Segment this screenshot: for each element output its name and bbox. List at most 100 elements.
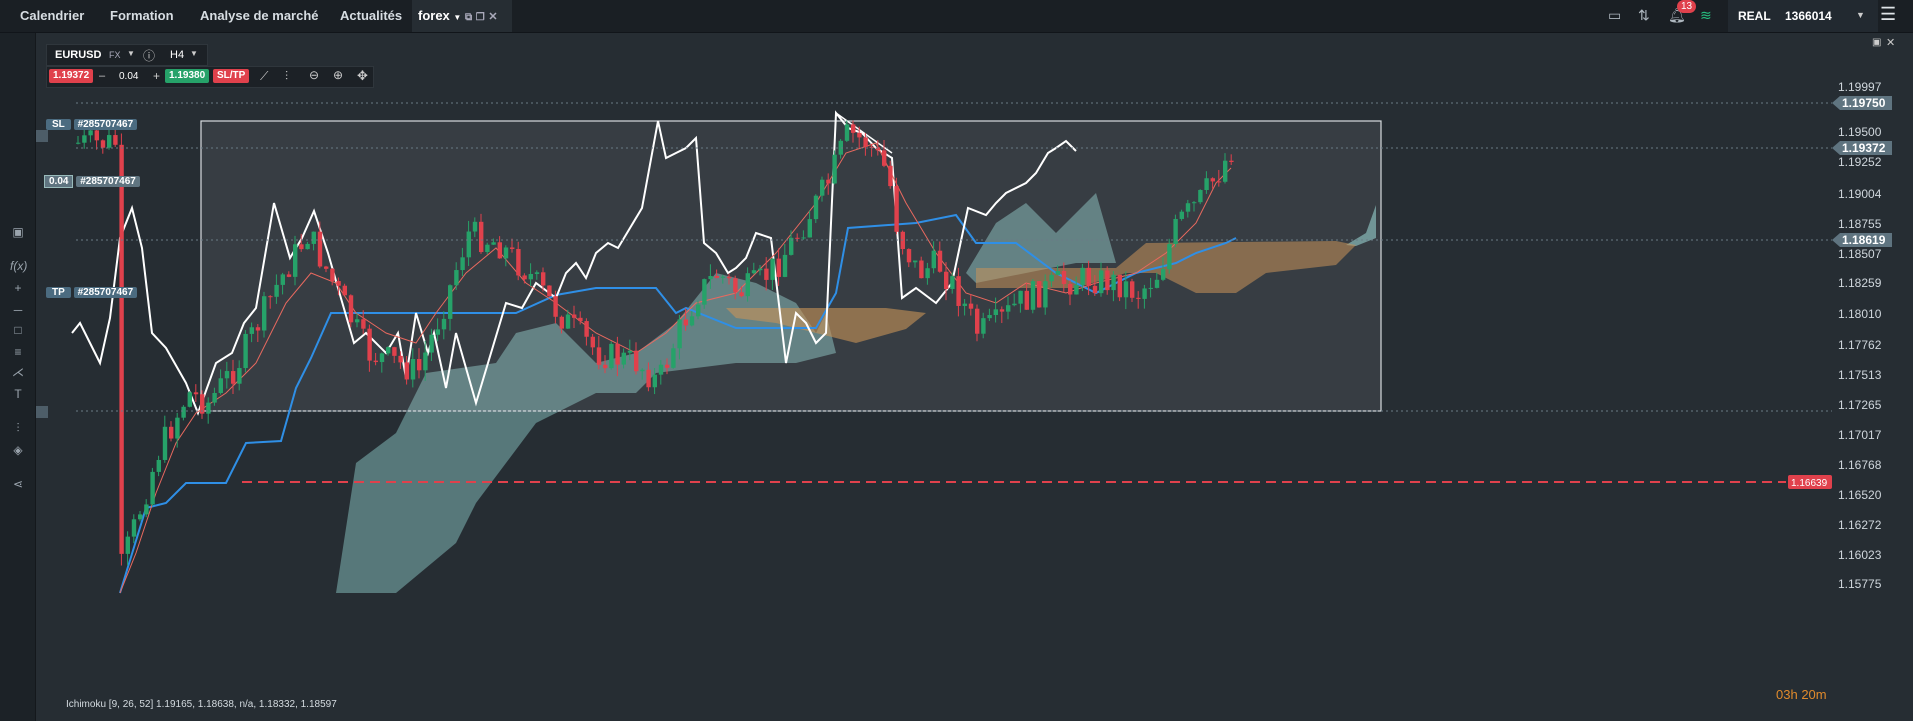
chevron-down-icon[interactable]: ▼ xyxy=(453,13,461,22)
price-chart[interactable]: 1.19997 1.19500 1.19252 1.19004 1.18755 1.185… xyxy=(36,33,1913,721)
candle-body xyxy=(1154,279,1160,288)
candle-body xyxy=(392,347,397,356)
zoom-out-icon[interactable]: ⊖ xyxy=(309,68,319,82)
rectangle-tool-icon[interactable]: □ xyxy=(10,323,26,337)
crosshair-icon[interactable]: + xyxy=(10,281,26,295)
sl-price-tag[interactable]: 1.19750 xyxy=(1832,96,1892,110)
volume-plus-button[interactable]: + xyxy=(153,69,160,83)
candle-body xyxy=(243,333,248,369)
candle-body xyxy=(76,142,81,144)
symbol-label: EURUSD xyxy=(55,49,102,61)
candle-body xyxy=(423,352,428,371)
candle-body xyxy=(857,132,862,138)
account-type: REAL xyxy=(1738,9,1771,23)
volume-input[interactable]: 0.04 xyxy=(119,71,138,82)
ichimoku-legend[interactable]: Ichimoku [9, 26, 52] 1.19165, 1.18638, n… xyxy=(66,699,337,710)
candle-body xyxy=(634,350,639,372)
position-gear-icon[interactable] xyxy=(36,130,48,142)
candle-body xyxy=(479,221,484,253)
candle-body xyxy=(658,364,664,375)
candle-body xyxy=(82,135,87,143)
indicators-icon[interactable]: ⫶ xyxy=(10,421,26,436)
candle-body xyxy=(1130,281,1135,298)
pitchfork-icon[interactable]: ⋌ xyxy=(10,365,26,379)
price-axis-label: 1.15775 xyxy=(1838,577,1882,591)
volume-minus-button[interactable]: – xyxy=(99,70,105,82)
bid-price[interactable]: 1.19372 xyxy=(49,69,94,83)
alert-price-tag[interactable]: 1.16639 xyxy=(1788,475,1832,489)
candle-body xyxy=(330,268,335,282)
rectangle-drawing[interactable] xyxy=(200,120,1382,412)
candle-body xyxy=(776,258,781,277)
symbol-chevron-icon[interactable]: ▼ xyxy=(127,49,135,58)
account-chevron-icon[interactable]: ▼ xyxy=(1856,10,1865,20)
timeframe-chevron-icon[interactable]: ▼ xyxy=(190,49,198,58)
candle-body xyxy=(596,347,602,365)
zoom-in-icon[interactable]: ⊕ xyxy=(333,68,343,82)
candle-body xyxy=(472,221,478,232)
price-axis-label: 1.17513 xyxy=(1838,368,1882,382)
indicator-icon[interactable]: ⫶ xyxy=(285,69,288,84)
candle-body xyxy=(720,276,726,278)
candle-body xyxy=(962,303,967,306)
sl-price-tag-text: 1.19750 xyxy=(1842,96,1886,110)
nav-calendrier[interactable]: Calendrier xyxy=(20,0,84,32)
popout-icon[interactable]: ⧉ xyxy=(465,12,472,23)
text-tool-icon[interactable]: T xyxy=(10,387,26,401)
candle-body xyxy=(578,317,583,322)
position-line-label[interactable]: 0.04 #285707467 xyxy=(44,175,140,188)
sl-order-line-label[interactable]: SL #285707467 xyxy=(46,118,138,131)
copy-icon[interactable]: ❐ xyxy=(476,12,485,23)
function-icon[interactable]: f(x) xyxy=(10,259,27,273)
tp-order-line-label[interactable]: TP #285707467 xyxy=(46,286,138,299)
menu-icon[interactable]: ☰ xyxy=(1880,4,1896,25)
candle-body xyxy=(1037,281,1042,308)
screen-icon[interactable]: ▣ xyxy=(10,225,26,239)
candle-body xyxy=(355,319,360,323)
candle-body xyxy=(968,303,974,309)
bull-candle xyxy=(243,330,248,373)
move-icon[interactable]: ✥ xyxy=(357,68,368,84)
candle-body xyxy=(1204,178,1209,191)
position-id: #285707467 xyxy=(76,176,140,187)
price-axis-label: 1.17762 xyxy=(1838,338,1882,352)
account-selector[interactable]: REAL 1366014 ▼ xyxy=(1728,0,1878,32)
fibonacci-icon[interactable]: ≡ xyxy=(10,345,26,359)
candle-body xyxy=(175,417,180,439)
panel-maximize-icon[interactable]: ▣ xyxy=(1872,37,1881,48)
candle-body xyxy=(565,314,571,329)
signal-icon[interactable]: ⇅ xyxy=(1638,7,1650,24)
bull-candle xyxy=(82,130,87,149)
bull-candle xyxy=(1173,214,1178,248)
panel-close-icon[interactable]: ✕ xyxy=(1886,36,1895,49)
timeframe-label[interactable]: H4 xyxy=(170,49,184,61)
order-bar: 1.19372 – 0.04 + 1.19380 SL/TP ⟋ ⫶ ⊖ ⊕ ✥ xyxy=(46,66,374,88)
nav-analyse-marche[interactable]: Analyse de marché xyxy=(200,0,319,32)
line-tool-icon[interactable]: ─ xyxy=(10,303,26,317)
nav-formation[interactable]: Formation xyxy=(110,0,174,32)
candle-body xyxy=(665,364,670,368)
candle-body xyxy=(1024,290,1029,310)
layout-icon[interactable]: ▭ xyxy=(1608,7,1621,24)
candle-body xyxy=(119,144,124,554)
tp-price-tag[interactable]: 1.18619 xyxy=(1832,233,1892,247)
symbol-selector[interactable]: EURUSD FX ▼ ⓘ H4 ▼ xyxy=(46,44,208,66)
info-icon[interactable]: ⓘ xyxy=(143,47,155,64)
tab-forex[interactable]: forex ▼ ⧉ ❐ ✕ xyxy=(412,0,512,32)
nav-actualites[interactable]: Actualités xyxy=(340,0,402,32)
candle-body xyxy=(590,336,595,348)
sltp-button[interactable]: SL/TP xyxy=(213,69,250,83)
candle-body xyxy=(1229,160,1234,163)
close-icon[interactable]: ✕ xyxy=(488,11,497,23)
candle-body xyxy=(640,369,645,372)
price-axis-label: 1.18755 xyxy=(1838,217,1882,231)
share-icon[interactable]: ⋖ xyxy=(10,477,26,491)
candle-body xyxy=(485,244,490,253)
ask-price[interactable]: 1.19380 xyxy=(165,69,210,83)
current-price-tag[interactable]: 1.19372 xyxy=(1832,141,1892,155)
chart-type-icon[interactable]: ⟋ xyxy=(260,69,268,84)
layers-icon[interactable]: ◈ xyxy=(10,443,26,457)
candle-body xyxy=(714,276,719,278)
candle-body xyxy=(262,296,267,331)
range-gear-icon[interactable] xyxy=(36,406,48,418)
